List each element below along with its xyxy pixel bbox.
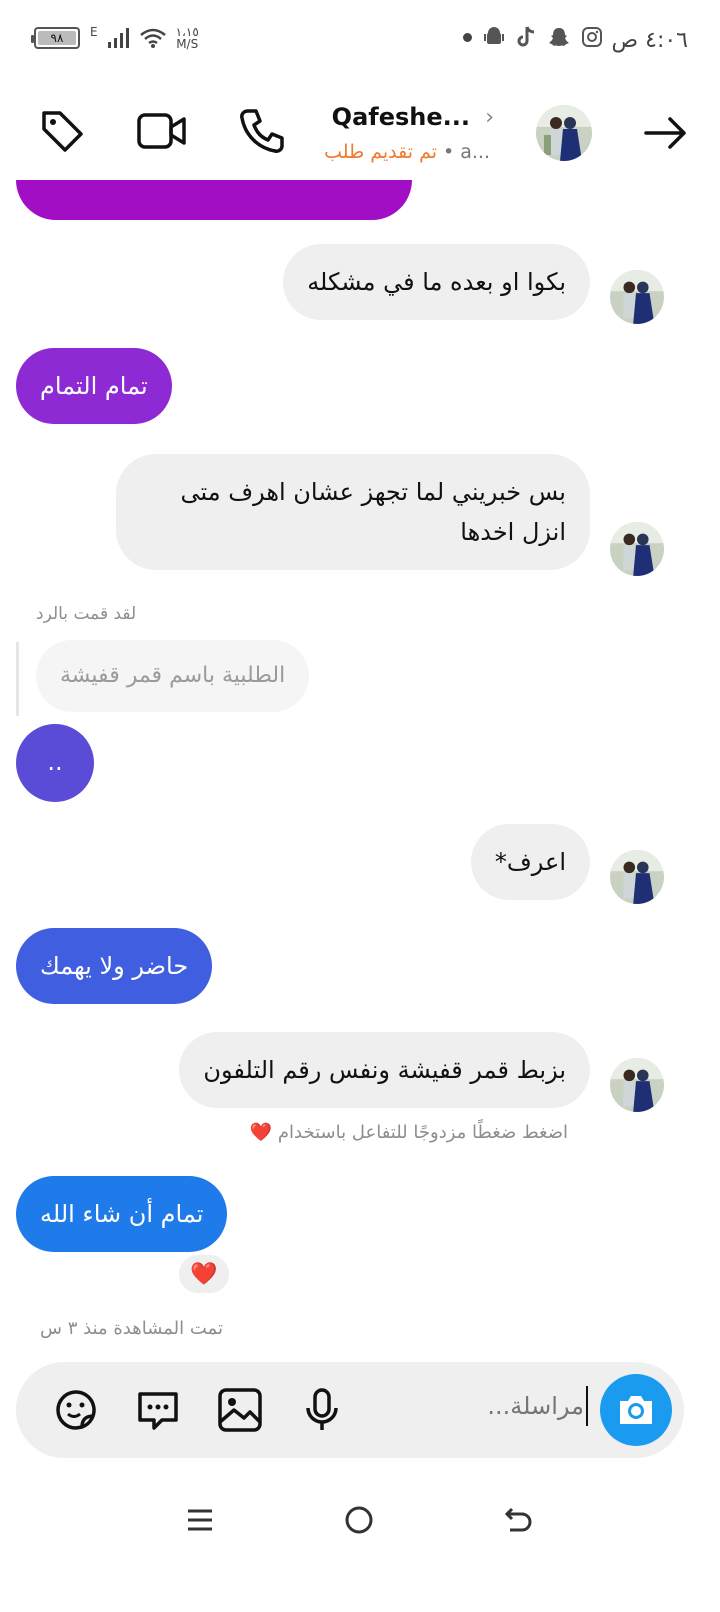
heart-reaction-icon: ❤️ [190,1261,218,1287]
message-list[interactable]: بكوا او بعده ما في مشكله تمام التمام بس … [0,180,720,1360]
tag-icon[interactable] [38,107,86,155]
contact-name[interactable]: Qafeshe... [332,103,470,131]
composer-tools [52,1386,346,1434]
sticker-icon[interactable] [52,1386,100,1434]
message-line: انزل اخدها [460,518,566,546]
reaction-hint-text: اضغط ضغطًا مزدوجًا للتفاعل باستخدام [277,1122,568,1143]
net-speed: ١،١٥ M/S [176,26,199,50]
android-icon [484,27,504,44]
status-left: ٩٨ E ١،١٥ M/S [31,25,199,50]
chat-header: Qafeshe... › تم تقديم طلب • a... [0,95,720,175]
message-input[interactable] [384,1392,584,1420]
menu-icon[interactable] [186,1506,214,1534]
contact-avatar[interactable] [536,105,592,161]
message-bubble[interactable]: بزبط قمر قفيشة ونفس رقم التلفون [179,1032,590,1108]
sender-avatar[interactable] [610,850,664,904]
clock: ٤:٠٦ ص [611,28,688,53]
message-composer [16,1362,684,1458]
header-actions [38,107,286,155]
text-cursor [586,1386,588,1426]
status-bar: ٩٨ E ١،١٥ M/S ٤:٠٦ ص [0,0,720,80]
reply-label: لقد قمت بالرد [36,604,137,624]
contact-status: تم تقديم طلب • a... [324,141,490,163]
network-type: E [90,25,98,39]
back-button[interactable] [642,109,690,161]
tiktok-icon [517,26,535,47]
reaction-badge[interactable]: ❤️ [176,1252,232,1296]
arrow-right-icon [644,117,686,149]
system-nav-bar [0,1480,720,1560]
video-call-icon[interactable] [136,107,188,155]
phone-icon[interactable] [238,107,286,155]
message-line: بس خبريني لما تجهز عشان اهرف متى [180,478,567,506]
gallery-icon[interactable] [216,1386,264,1434]
back-nav-icon[interactable] [504,1505,534,1535]
status-separator: • [443,141,455,163]
sender-avatar[interactable] [610,1058,664,1112]
chat-bubble-icon[interactable] [134,1386,182,1434]
message-bubble-partial[interactable] [16,180,412,220]
sender-avatar[interactable] [610,522,664,576]
message-bubble[interactable]: بس خبريني لما تجهز عشان اهرف متى انزل اخ… [116,454,590,570]
message-bubble[interactable]: تمام أن شاء الله [16,1176,228,1252]
battery-level: ٩٨ [50,31,64,45]
home-icon[interactable] [344,1505,374,1535]
wifi-icon [139,28,166,48]
signal-icon [107,28,129,48]
message-bubble[interactable]: تمام التمام [16,348,172,424]
status-extra: a... [460,141,490,163]
camera-button[interactable] [600,1374,672,1446]
seen-label: تمت المشاهدة منذ ٣ س [40,1318,223,1339]
net-speed-unit: M/S [176,37,199,51]
request-status: تم تقديم طلب [324,141,438,163]
sender-avatar[interactable] [610,270,664,324]
reaction-hint: اضغط ضغطًا مزدوجًا للتفاعل باستخدام ❤️ [250,1122,568,1143]
message-bubble[interactable]: بكوا او بعده ما في مشكله [283,244,590,320]
camera-icon [620,1396,652,1424]
snapchat-icon [549,28,569,46]
message-bubble[interactable]: .. [16,724,94,802]
message-bubble[interactable]: حاضر ولا يهمك [16,928,213,1004]
message-bubble[interactable]: اعرف* [470,824,590,900]
notification-icons [463,26,602,48]
chevron-left-icon[interactable]: › [485,105,494,130]
battery-icon: ٩٨ [31,27,80,49]
more-notifications-dot [463,32,472,42]
microphone-icon[interactable] [298,1386,346,1434]
quoted-message[interactable]: الطلبية باسم قمر قفيشة [36,640,310,712]
instagram-icon [582,27,602,47]
heart-icon: ❤️ [249,1122,273,1143]
reply-quote-bar [16,642,19,716]
